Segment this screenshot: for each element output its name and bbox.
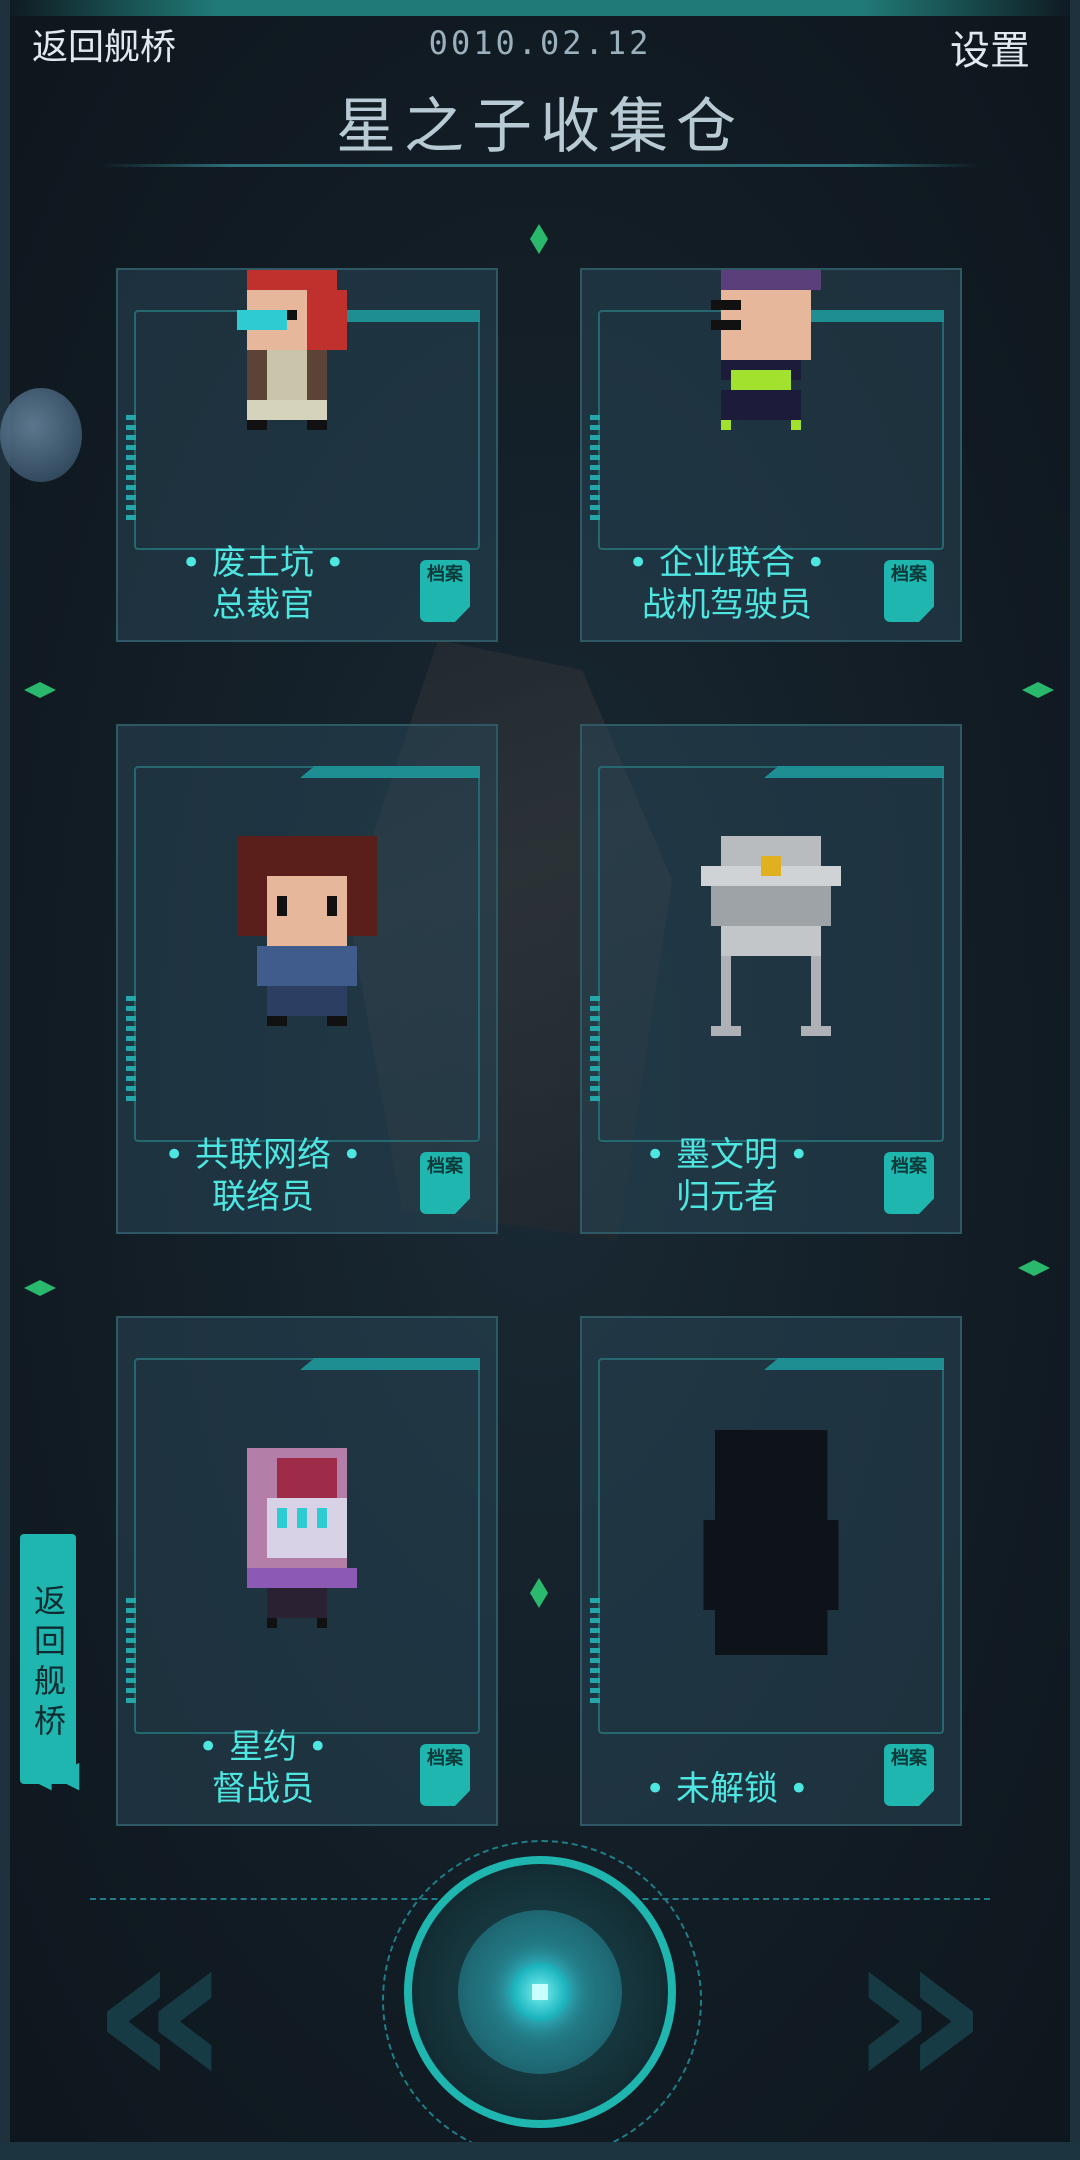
- bottom-frame: [0, 2142, 1080, 2160]
- character-card[interactable]: • 企业联合 • 战机驾驶员 档案: [580, 268, 962, 642]
- character-card[interactable]: • 墨文明 • 归元者 档案: [580, 724, 962, 1234]
- archive-button[interactable]: 档案: [884, 560, 934, 622]
- character-sprite: [237, 836, 377, 1026]
- double-chevron-left-icon[interactable]: «: [90, 1900, 232, 2120]
- character-name: • 未解锁 •: [582, 1768, 872, 1810]
- right-frame: [1070, 0, 1080, 2160]
- name-line-1: • 共联网络 •: [164, 1135, 362, 1175]
- archive-button[interactable]: 档案: [884, 1744, 934, 1806]
- character-card[interactable]: • 共联网络 • 联络员 档案: [116, 724, 498, 1234]
- page-title: 星之子收集仓: [336, 92, 744, 162]
- character-card[interactable]: • 废土坑 • 总裁官 档案: [116, 268, 498, 642]
- archive-button[interactable]: 档案: [420, 560, 470, 622]
- name-line-2: 联络员: [212, 1177, 314, 1217]
- character-name: • 星约 • 督战员: [118, 1726, 408, 1810]
- name-line-2: 总裁官: [212, 585, 314, 625]
- double-chevron-right-icon[interactable]: »: [848, 1900, 990, 2120]
- archive-button[interactable]: 档案: [420, 1152, 470, 1214]
- card-ticks: [590, 415, 600, 525]
- card-ticks: [590, 996, 600, 1106]
- settings-button[interactable]: 设置: [950, 18, 1030, 76]
- title-divider: [100, 164, 980, 167]
- locked-silhouette: [703, 1429, 839, 1655]
- card-accent: [300, 766, 480, 778]
- archive-button[interactable]: 档案: [420, 1744, 470, 1806]
- character-sprite: [711, 270, 821, 430]
- name-line-1: • 墨文明 •: [645, 1135, 809, 1175]
- scanner-button-icon: [510, 1962, 570, 2022]
- card-accent: [764, 766, 944, 778]
- game-date: 0010.02.12: [428, 24, 652, 62]
- character-name: • 废土坑 • 总裁官: [118, 542, 408, 626]
- card-ticks: [590, 1598, 600, 1708]
- character-name: • 企业联合 • 战机驾驶员: [582, 542, 872, 626]
- planet-decoration: [0, 388, 82, 482]
- character-name: • 共联网络 • 联络员: [118, 1134, 408, 1218]
- name-line-2: 战机驾驶员: [642, 585, 812, 625]
- name-line-1: • 星约 •: [198, 1727, 328, 1767]
- top-frame: [0, 0, 1080, 16]
- character-sprite: [237, 270, 347, 430]
- name-line-2: 督战员: [212, 1769, 314, 1809]
- character-name: • 墨文明 • 归元者: [582, 1134, 872, 1218]
- locked-character-card[interactable]: • 未解锁 • 档案: [580, 1316, 962, 1826]
- left-frame: [0, 0, 10, 2160]
- character-sprite: [247, 1448, 357, 1628]
- character-card[interactable]: • 星约 • 督战员 档案: [116, 1316, 498, 1826]
- card-accent: [300, 1358, 480, 1370]
- name-line-1: • 未解锁 •: [645, 1769, 809, 1809]
- side-back-to-bridge-button[interactable]: 返回舰桥: [20, 1534, 76, 1784]
- card-ticks: [126, 996, 136, 1106]
- character-sprite: [701, 836, 841, 1036]
- card-ticks: [126, 415, 136, 525]
- name-line-2: 归元者: [676, 1177, 778, 1217]
- double-chevron-left-icon: ◀◀: [24, 1754, 80, 1795]
- name-line-1: • 企业联合 •: [628, 543, 826, 583]
- card-ticks: [126, 1598, 136, 1708]
- card-accent: [764, 1358, 944, 1370]
- archive-button[interactable]: 档案: [884, 1152, 934, 1214]
- name-line-1: • 废土坑 •: [181, 543, 345, 583]
